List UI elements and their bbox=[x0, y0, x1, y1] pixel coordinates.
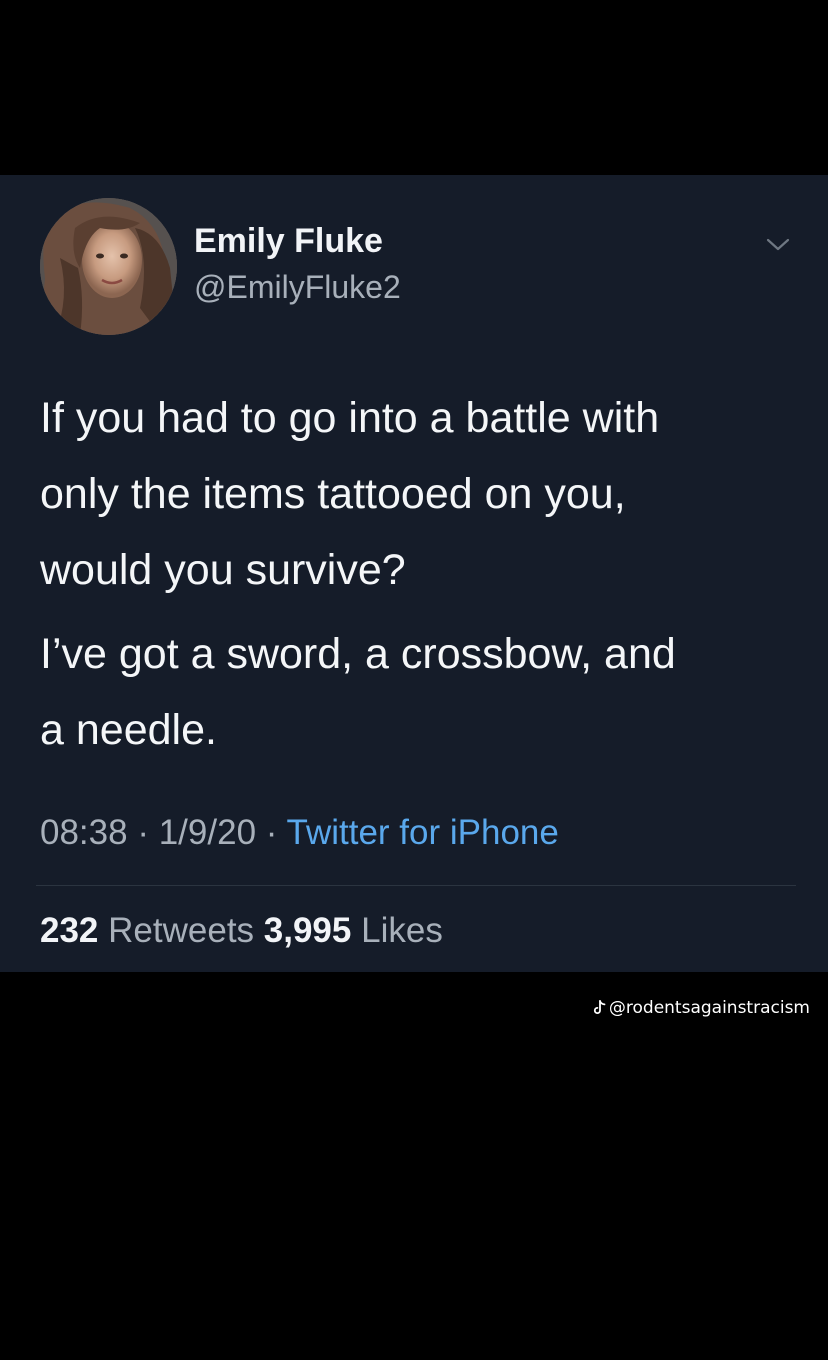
retweets-stat[interactable]: 232 Retweets bbox=[40, 911, 254, 950]
tweet-paragraph: If you had to go into a battle with only… bbox=[40, 394, 660, 594]
tweet-time[interactable]: 08:38 bbox=[40, 813, 128, 852]
meta-separator: · bbox=[265, 813, 278, 852]
tweet-paragraph: I’ve got a sword, a crossbow, and a need… bbox=[40, 630, 676, 754]
user-handle[interactable]: @EmilyFluke2 bbox=[194, 267, 401, 307]
watermark: @rodentsagainstracism bbox=[592, 997, 810, 1019]
tweet-stats: 232 Retweets 3,995 Likes bbox=[40, 909, 443, 953]
avatar-photo bbox=[40, 198, 177, 335]
tweet-text: If you had to go into a battle with only… bbox=[40, 380, 800, 768]
tweet-date[interactable]: 1/9/20 bbox=[159, 813, 256, 852]
chevron-down-icon[interactable] bbox=[764, 235, 792, 255]
watermark-handle: @rodentsagainstracism bbox=[608, 998, 810, 1018]
likes-stat[interactable]: 3,995 Likes bbox=[264, 911, 443, 950]
likes-label: Likes bbox=[361, 911, 443, 950]
likes-count: 3,995 bbox=[263, 911, 352, 950]
divider bbox=[36, 885, 796, 886]
tweet-source-link[interactable]: Twitter for iPhone bbox=[287, 813, 559, 852]
meta-separator: · bbox=[137, 813, 149, 852]
tweet-card: Emily Fluke @EmilyFluke2 If you had to g… bbox=[0, 175, 828, 972]
retweets-count: 232 bbox=[40, 911, 99, 950]
tweet-metadata: 08:38 · 1/9/20 · Twitter for iPhone bbox=[40, 811, 559, 855]
display-name[interactable]: Emily Fluke bbox=[194, 221, 401, 261]
avatar[interactable] bbox=[40, 198, 177, 335]
tiktok-icon bbox=[593, 1000, 606, 1014]
retweets-label: Retweets bbox=[108, 911, 255, 950]
tweet-author[interactable]: Emily Fluke @EmilyFluke2 bbox=[194, 221, 401, 307]
